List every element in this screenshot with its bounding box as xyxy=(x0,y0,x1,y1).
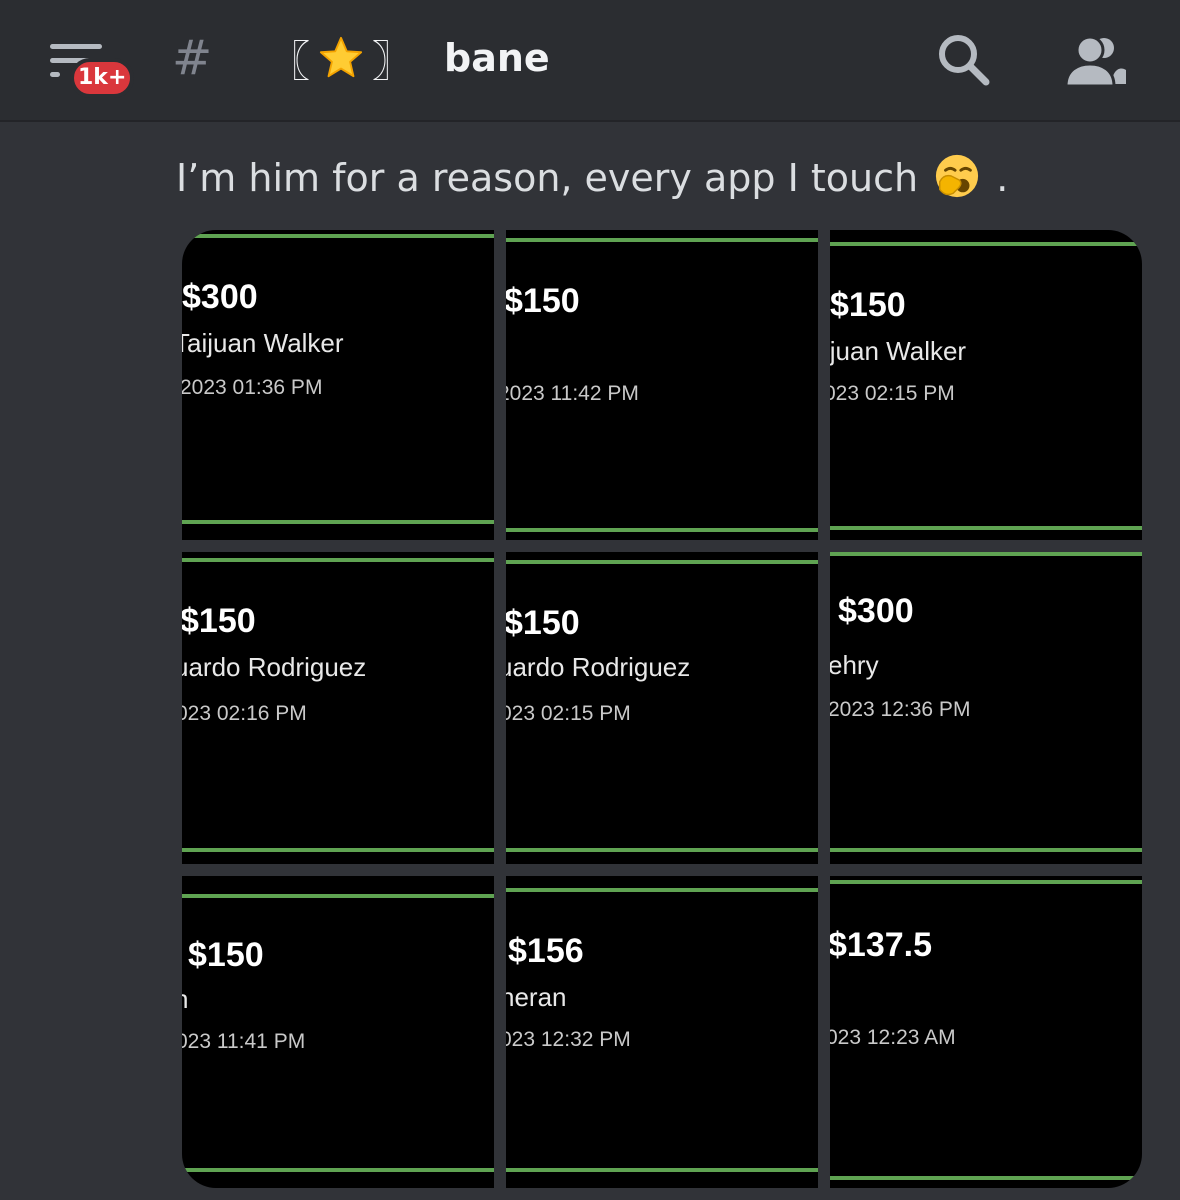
payment-time: 2023 12:36 PM xyxy=(830,698,971,721)
payment-amount: $300 xyxy=(182,278,258,316)
yawning-face-icon xyxy=(936,154,979,198)
payment-amount: $150 xyxy=(182,602,256,640)
payment-time: 023 12:32 PM xyxy=(506,1028,631,1051)
image-tile[interactable]: $150 uardo Rodriguez 023 02:16 PM xyxy=(182,552,494,864)
accent-line xyxy=(506,848,818,852)
accent-line xyxy=(830,848,1142,852)
payment-amount: $150 xyxy=(506,282,580,320)
accent-line xyxy=(182,558,494,562)
payee-name: uardo Rodriguez xyxy=(182,652,367,682)
members-button[interactable] xyxy=(1064,32,1128,88)
payment-amount: $300 xyxy=(838,592,914,630)
accent-line xyxy=(506,528,818,532)
accent-line xyxy=(506,888,818,892)
search-icon xyxy=(939,35,990,86)
accent-line xyxy=(506,1168,818,1172)
payment-amount: $150 xyxy=(188,936,264,974)
payment-time: 2023 11:42 PM xyxy=(506,382,639,405)
channel-name: bane xyxy=(444,36,550,80)
accent-line xyxy=(182,1168,494,1172)
accent-line xyxy=(506,238,818,242)
payment-time: 2023 01:36 PM xyxy=(182,376,323,399)
payment-time: 023 02:16 PM xyxy=(182,702,307,725)
image-tile[interactable]: $150 uardo Rodriguez 023 02:15 PM xyxy=(506,552,818,864)
payee-name: n xyxy=(182,984,188,1015)
payment-time: 023 02:15 PM xyxy=(830,382,955,405)
image-tile[interactable]: $300 ehry 2023 12:36 PM xyxy=(830,552,1142,864)
channel-title[interactable]: 〖 〗 bane xyxy=(268,26,550,90)
accent-line xyxy=(830,552,1142,556)
payment-time: 023 12:23 AM xyxy=(830,1026,956,1049)
message-end: . xyxy=(996,156,1009,200)
image-tile[interactable]: $150 ijuan Walker 023 02:15 PM xyxy=(830,230,1142,540)
accent-line xyxy=(182,894,494,898)
members-icon xyxy=(1064,35,1126,88)
notification-badge: 1k+ xyxy=(70,58,135,98)
channel-header: 1k+ # 〖 〗 bane xyxy=(0,0,1180,122)
accent-line xyxy=(506,560,818,564)
accent-line xyxy=(182,520,494,524)
image-tile[interactable]: $300 Taijuan Walker 2023 01:36 PM xyxy=(182,230,494,540)
payment-amount: $156 xyxy=(508,932,584,970)
payment-amount: $150 xyxy=(830,286,906,324)
image-tile[interactable]: $150 n 023 11:41 PM xyxy=(182,876,494,1188)
accent-line xyxy=(830,1176,1142,1180)
accent-line xyxy=(830,526,1142,530)
image-grid: $300 Taijuan Walker 2023 01:36 PM $150 2… xyxy=(182,230,1142,1188)
payee-name: ijuan Walker xyxy=(830,336,967,366)
payee-name: Taijuan Walker xyxy=(182,328,344,358)
image-tile[interactable]: $137.5 023 12:23 AM xyxy=(830,876,1142,1188)
menu-button[interactable]: 1k+ xyxy=(40,30,140,100)
payee-name: ehry xyxy=(830,650,879,680)
image-tile[interactable]: $156 neran 023 12:32 PM xyxy=(506,876,818,1188)
bracket-right: 〗 xyxy=(372,36,415,86)
accent-line xyxy=(182,848,494,852)
star-icon xyxy=(319,36,363,78)
accent-line xyxy=(830,880,1142,884)
accent-line xyxy=(182,234,494,238)
message-body: I’m him for a reason, every app I touch xyxy=(176,156,919,200)
hashtag-icon: # xyxy=(172,30,213,86)
accent-line xyxy=(830,242,1142,246)
search-button[interactable] xyxy=(936,32,992,88)
payment-time: 023 02:15 PM xyxy=(506,702,631,725)
payee-name: uardo Rodriguez xyxy=(506,652,691,682)
payment-amount: $150 xyxy=(506,604,580,642)
bracket-left: 〖 xyxy=(268,36,311,86)
payment-amount: $137.5 xyxy=(830,926,932,964)
message-text: I’m him for a reason, every app I touch … xyxy=(176,150,1008,206)
payee-name: neran xyxy=(506,982,567,1012)
image-tile[interactable]: $150 2023 11:42 PM xyxy=(506,230,818,540)
payment-time: 023 11:41 PM xyxy=(182,1030,306,1053)
